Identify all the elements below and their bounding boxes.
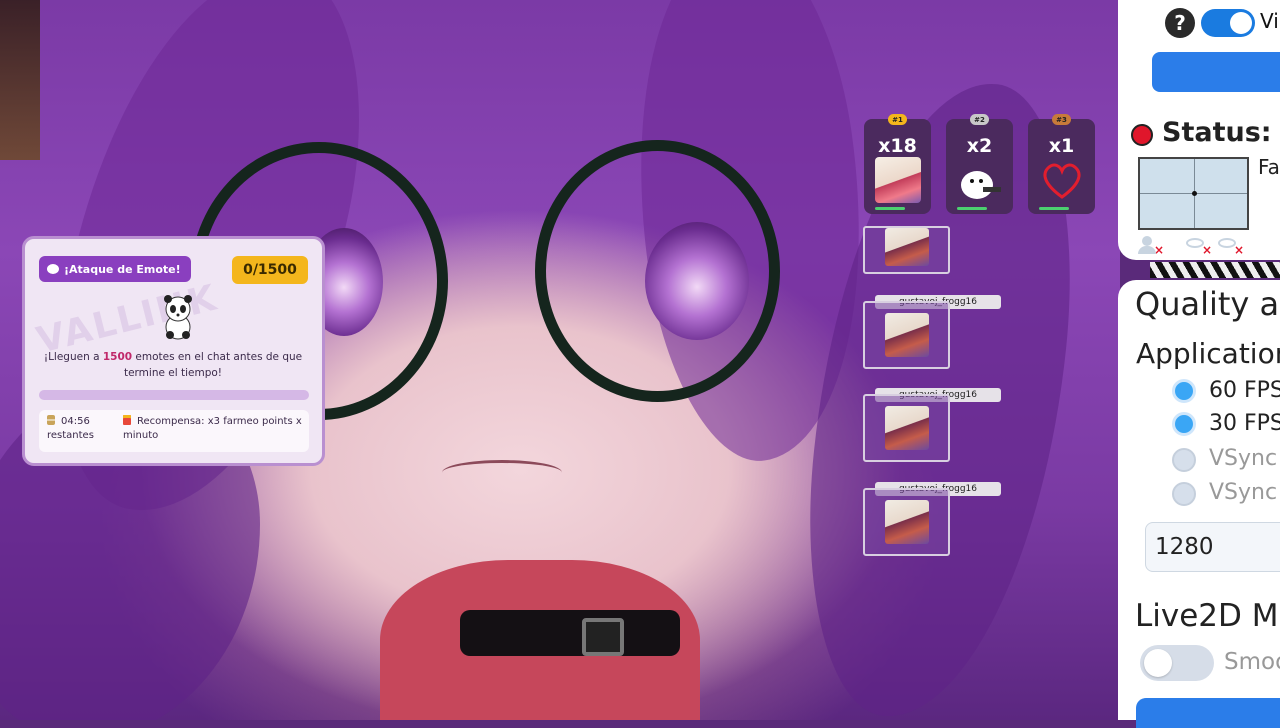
emote-attack-badge: ¡Ataque de Emote!	[39, 256, 191, 282]
emote-thumbnail	[885, 500, 929, 544]
avatar-choker	[460, 610, 680, 656]
widget-footer: 04:56 restantes Recompensa: x3 farmeo po…	[39, 410, 309, 452]
visibility-toggle[interactable]	[1201, 9, 1255, 37]
chat-emote-card	[863, 226, 950, 274]
radio-vsync-2[interactable]	[1172, 482, 1196, 506]
rank-badge: #1	[888, 114, 907, 125]
application-label: Application	[1136, 337, 1280, 370]
chat-emote-card	[863, 301, 950, 369]
emote-attack-message: ¡Lleguen a 1500 emotes en el chat antes …	[37, 349, 309, 381]
divider-stripe	[1150, 262, 1280, 278]
leaderboard-rank-3: #3 x1	[1028, 114, 1095, 214]
status-label: Status:	[1162, 117, 1272, 148]
eye-not-tracked-icon: ×	[1186, 236, 1212, 256]
leaderboard-rank-2: #2 x2	[946, 114, 1013, 214]
eye-not-tracked-icon: ×	[1218, 236, 1244, 256]
rank-bar	[1039, 207, 1069, 210]
rank-bar	[875, 207, 905, 210]
chat-emote-card	[863, 394, 950, 462]
radio-30fps[interactable]	[1172, 412, 1196, 436]
rank-bar	[957, 207, 987, 210]
emote-progress-bar	[39, 390, 309, 400]
emote-thumbnail	[885, 313, 929, 357]
smoothing-toggle[interactable]	[1140, 645, 1214, 681]
emote-thumbnail	[885, 228, 929, 266]
avatar-mouth	[442, 460, 562, 485]
live2d-section-title: Live2D Ma	[1135, 598, 1280, 634]
rank-count: x2	[966, 135, 993, 157]
primary-action-button[interactable]	[1152, 52, 1280, 92]
anime-face-emote-icon	[875, 157, 921, 203]
emote-attack-title: ¡Ataque de Emote!	[64, 262, 181, 276]
visibility-toggle-label: Vi	[1260, 9, 1279, 33]
tracking-point	[1192, 191, 1197, 196]
heart-emote-icon	[1043, 163, 1081, 199]
reward-info: Recompensa: x3 farmeo points x minuto	[123, 415, 303, 443]
rank-count: x18	[878, 135, 917, 157]
face-tracking-preview	[1138, 157, 1249, 230]
emote-thumbnail	[885, 406, 929, 450]
time-label: restantes	[47, 430, 94, 441]
radio-vsync[interactable]	[1172, 448, 1196, 472]
radio-60fps[interactable]	[1172, 379, 1196, 403]
choker-buckle	[582, 618, 624, 656]
white-blob-emote-icon	[961, 171, 1001, 199]
leaderboard-rank-1: #1 x18	[864, 114, 931, 214]
rank-badge: #2	[970, 114, 989, 125]
emote-counter: 0/1500	[232, 256, 308, 284]
status-indicator	[1131, 124, 1153, 146]
resolution-input[interactable]: 1280	[1145, 522, 1280, 572]
face-label: Fa	[1258, 155, 1280, 179]
secondary-action-button[interactable]	[1136, 698, 1280, 728]
rank-badge: #3	[1052, 114, 1071, 125]
smoothing-toggle-label: Smoo	[1224, 649, 1280, 675]
radio-30fps-label: 30 FPS	[1209, 411, 1280, 436]
hourglass-icon	[47, 415, 55, 425]
glasses-lens-right	[535, 140, 780, 402]
background-window	[0, 0, 40, 160]
quality-section-title: Quality ar	[1135, 285, 1280, 323]
radio-60fps-label: 60 FPS	[1209, 378, 1280, 403]
gift-icon	[123, 415, 131, 425]
person-not-found-icon: ×	[1138, 236, 1164, 256]
message-suffix: emotes en el chat antes de que termine e…	[123, 351, 303, 379]
radio-vsync-label: VSync	[1209, 446, 1278, 471]
radio-vsync-2-label: VSync	[1209, 480, 1278, 505]
message-goal: 1500	[102, 351, 133, 363]
panda-icon	[164, 295, 192, 340]
chat-emote-card	[863, 488, 950, 556]
reward-text: Recompensa: x3 farmeo points x minuto	[123, 416, 302, 441]
emote-attack-widget: VALLINK ¡Ataque de Emote! 0/1500 ¡Llegue…	[22, 236, 325, 466]
time-remaining: 04:56 restantes	[47, 415, 94, 443]
time-value: 04:56	[61, 416, 90, 427]
message-prefix: ¡Lleguen a	[43, 351, 103, 363]
rank-count: x1	[1048, 135, 1075, 157]
help-icon[interactable]: ?	[1165, 8, 1195, 38]
chat-bubble-icon	[47, 264, 59, 274]
